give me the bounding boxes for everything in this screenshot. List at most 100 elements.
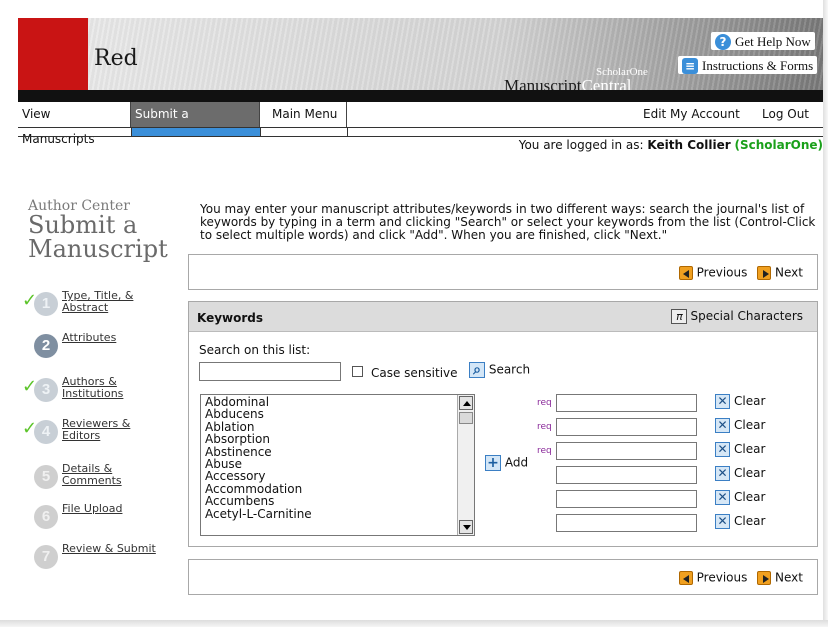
- clear-x-icon: ✕: [715, 490, 730, 505]
- keyword-field-3[interactable]: [556, 442, 697, 460]
- clear-button-2[interactable]: ✕ Clear: [715, 418, 765, 433]
- step-number-3: 3: [34, 378, 58, 402]
- list-item[interactable]: Absorption: [205, 433, 470, 446]
- clear-x-icon: ✕: [715, 466, 730, 481]
- step-3[interactable]: ✓ 3 Authors & Institutions: [22, 376, 182, 410]
- previous-button[interactable]: Previous: [697, 266, 748, 280]
- list-item[interactable]: Accumbens: [205, 495, 470, 508]
- clear-label[interactable]: Clear: [734, 466, 765, 480]
- keyword-field-6[interactable]: [556, 514, 697, 532]
- user-name: Keith Collier: [647, 138, 731, 152]
- clear-button-6[interactable]: ✕ Clear: [715, 514, 765, 529]
- keyword-listbox[interactable]: Abdominal Abducens Ablation Absorption A…: [200, 394, 475, 536]
- step-number-5: 5: [34, 465, 58, 489]
- clear-x-icon: ✕: [715, 418, 730, 433]
- keyword-options: Abdominal Abducens Ablation Absorption A…: [201, 395, 474, 521]
- keyword-search-input[interactable]: [199, 362, 341, 381]
- frame-shadow-bottom: [0, 620, 828, 627]
- step-2[interactable]: 2 Attributes: [22, 332, 182, 366]
- step-label[interactable]: Details & Comments: [62, 463, 172, 487]
- nav-divider: [131, 128, 132, 137]
- step-label[interactable]: Attributes: [62, 332, 172, 344]
- clear-x-icon: ✕: [715, 394, 730, 409]
- step-4[interactable]: ✓ 4 Reviewers & Editors: [22, 418, 182, 452]
- clear-label[interactable]: Clear: [734, 514, 765, 528]
- frame-shadow-right: [823, 0, 828, 627]
- nav-view-manuscripts[interactable]: View Manuscripts: [18, 102, 131, 146]
- keyword-field-4[interactable]: [556, 466, 697, 484]
- nav-top-bar: [18, 90, 823, 102]
- keyword-field-2[interactable]: [556, 418, 697, 436]
- special-characters-button[interactable]: π Special Characters: [671, 309, 803, 324]
- plus-icon: +: [485, 455, 501, 471]
- scroll-down-icon[interactable]: [459, 520, 473, 534]
- search-button[interactable]: ⌕ Search: [469, 362, 530, 378]
- nav-divider: [260, 128, 261, 137]
- step-number-6: 6: [34, 505, 58, 529]
- clear-button-1[interactable]: ✕ Clear: [715, 394, 765, 409]
- step-1[interactable]: ✓ 1 Type, Title, & Abstract: [22, 290, 182, 324]
- add-button-label[interactable]: Add: [505, 456, 528, 470]
- bottom-navigation-box: Previous Next: [188, 559, 818, 595]
- brand-red-block: [18, 18, 88, 90]
- scroll-thumb[interactable]: [459, 412, 473, 424]
- add-button[interactable]: + Add: [485, 455, 528, 471]
- step-label[interactable]: File Upload: [62, 503, 172, 515]
- step-7[interactable]: 7 Review & Submit: [22, 543, 182, 577]
- listbox-scrollbar[interactable]: [457, 395, 474, 535]
- clear-button-4[interactable]: ✕ Clear: [715, 466, 765, 481]
- header-texture: [18, 18, 823, 90]
- journal-brand: Red: [94, 46, 138, 71]
- clear-label[interactable]: Clear: [734, 418, 765, 432]
- scroll-up-icon[interactable]: [459, 396, 473, 410]
- nav-main-menu[interactable]: Main Menu: [260, 102, 347, 127]
- help-link[interactable]: Get Help Now: [735, 34, 811, 49]
- keyword-field-1[interactable]: [556, 394, 697, 412]
- page-title-line2: Manuscript: [28, 235, 168, 263]
- step-number-7: 7: [34, 545, 58, 569]
- step-label[interactable]: Type, Title, & Abstract: [62, 290, 172, 314]
- help-question-icon: ?: [715, 34, 731, 50]
- page-title-line1: Submit a: [28, 211, 138, 239]
- next-button[interactable]: Next: [775, 571, 803, 585]
- special-characters-label[interactable]: Special Characters: [690, 309, 803, 323]
- instructions-link[interactable]: Instructions & Forms: [702, 58, 813, 73]
- step-label[interactable]: Reviewers & Editors: [62, 418, 172, 442]
- nav-log-out[interactable]: Log Out: [758, 102, 822, 127]
- document-icon: ≡: [682, 58, 698, 74]
- list-item[interactable]: Acetyl-L-Carnitine: [205, 507, 470, 520]
- clear-button-5[interactable]: ✕ Clear: [715, 490, 765, 505]
- help-link-container[interactable]: ? Get Help Now: [711, 32, 815, 50]
- next-button[interactable]: Next: [775, 266, 803, 280]
- case-sensitive-checkbox[interactable]: [352, 366, 363, 377]
- step-label[interactable]: Review & Submit: [62, 543, 172, 555]
- previous-arrow-icon[interactable]: [678, 570, 693, 585]
- previous-button[interactable]: Previous: [697, 571, 748, 585]
- list-item[interactable]: Accessory: [205, 470, 470, 483]
- step-5[interactable]: 5 Details & Comments: [22, 463, 182, 497]
- clear-button-3[interactable]: ✕ Clear: [715, 442, 765, 457]
- keywords-panel: Keywords π Special Characters Search on t…: [188, 301, 818, 547]
- keyword-field-5[interactable]: [556, 490, 697, 508]
- clear-label[interactable]: Clear: [734, 442, 765, 456]
- required-marker: req: [537, 398, 552, 408]
- user-org: (ScholarOne): [734, 138, 823, 152]
- next-arrow-icon[interactable]: [757, 570, 772, 585]
- nav-submit-manuscript[interactable]: Submit a Manuscript: [131, 102, 260, 146]
- instructions-link-container[interactable]: ≡ Instructions & Forms: [678, 56, 818, 74]
- step-6[interactable]: 6 File Upload: [22, 503, 182, 537]
- clear-label[interactable]: Clear: [734, 490, 765, 504]
- clear-x-icon: ✕: [715, 442, 730, 457]
- list-item[interactable]: Abducens: [205, 408, 470, 421]
- search-button-label[interactable]: Search: [489, 363, 530, 377]
- keyword-row-2: req ✕ Clear: [537, 418, 807, 438]
- list-item[interactable]: Abstinence: [205, 445, 470, 458]
- clear-label[interactable]: Clear: [734, 394, 765, 408]
- keyword-row-6: ✕ Clear: [537, 514, 807, 534]
- login-prefix: You are logged in as:: [518, 138, 644, 152]
- required-marker: req: [537, 446, 552, 456]
- previous-arrow-icon[interactable]: [678, 265, 693, 280]
- nav-edit-account[interactable]: Edit My Account: [639, 102, 756, 127]
- next-arrow-icon[interactable]: [757, 265, 772, 280]
- step-label[interactable]: Authors & Institutions: [62, 376, 172, 400]
